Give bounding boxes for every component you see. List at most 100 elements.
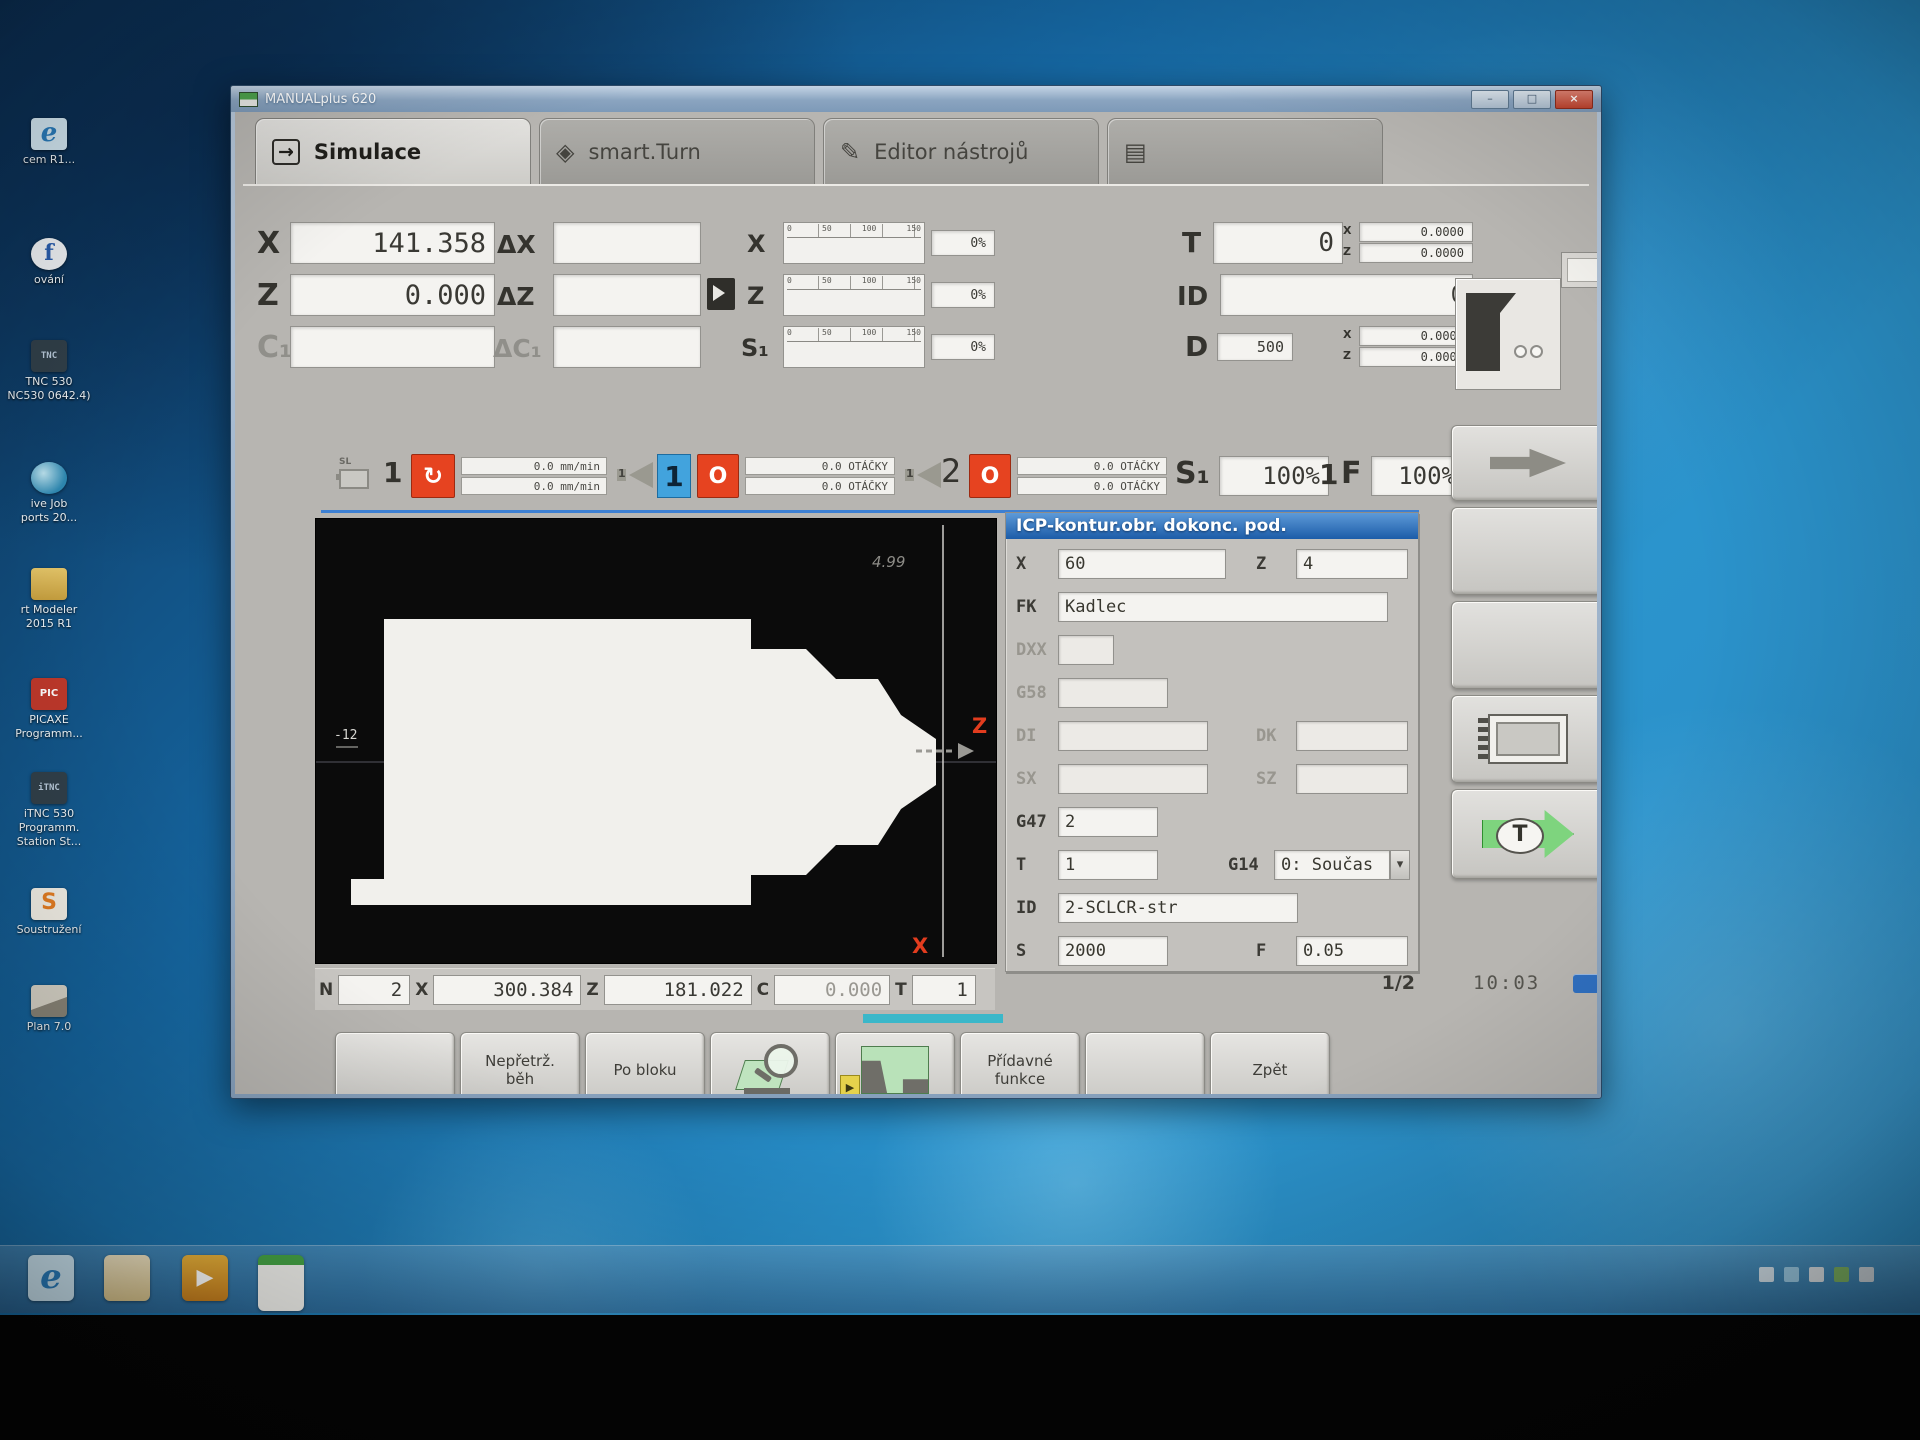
- form-t-input[interactable]: 1: [1058, 850, 1158, 880]
- desktop-icon-label: ive Job ports 20...: [6, 497, 92, 525]
- form-dk-input[interactable]: [1296, 721, 1408, 751]
- monitor-photo: e cem R1... f ování TNC TNC 530 NC530 06…: [0, 0, 1920, 1440]
- chevron-down-icon[interactable]: ▾: [1390, 850, 1410, 880]
- desktop-icon[interactable]: rt Modeler 2015 R1: [6, 568, 92, 631]
- maximize-button[interactable]: □: [1513, 90, 1551, 109]
- mode-tabs: → Simulace ◈ smart.Turn ✎ Editor nástroj…: [255, 118, 1383, 184]
- pencil-doc-icon: ✎: [840, 138, 860, 166]
- form-z-input[interactable]: 4: [1296, 549, 1408, 579]
- taskbar-media-icon[interactable]: ▶: [182, 1255, 228, 1301]
- feed-display: 0.0 mm/min 0.0 mm/min: [461, 457, 607, 495]
- tab-divider: [243, 184, 1589, 186]
- scale-tick: 100: [862, 224, 876, 237]
- tab-editor-nastroju[interactable]: ✎ Editor nástrojů: [823, 118, 1099, 184]
- form-x-input[interactable]: 60: [1058, 549, 1226, 579]
- tab-extra[interactable]: ▤: [1107, 118, 1383, 184]
- desktop-icon[interactable]: ive Job ports 20...: [6, 462, 92, 525]
- form-fk-label: FK: [1016, 597, 1036, 617]
- softkey-cut-view[interactable]: ▶: [835, 1032, 955, 1094]
- arrow-right-icon: [1490, 446, 1566, 480]
- form-fk-input[interactable]: Kadlec: [1058, 592, 1388, 622]
- taskbar-browser-icon[interactable]: e: [28, 1255, 74, 1301]
- softkey-blank-1[interactable]: [1451, 507, 1597, 595]
- form-f-input[interactable]: 0.05: [1296, 936, 1408, 966]
- softkey-blank-left[interactable]: [335, 1032, 455, 1094]
- door-open-icon: [707, 278, 735, 310]
- dro-id-label: ID: [1177, 282, 1208, 312]
- taskbar: e ▶: [0, 1245, 1920, 1313]
- desktop-icon[interactable]: iTNC iTNC 530 Programm. Station St...: [6, 772, 92, 848]
- form-dxx-label: DXX: [1016, 640, 1047, 660]
- n-label: N: [319, 980, 333, 1000]
- dro-x-value: 141.358: [290, 222, 495, 264]
- form-di-input[interactable]: [1058, 721, 1208, 751]
- tool-call-icon: T: [1482, 809, 1574, 859]
- d-offset-z-label: Z: [1343, 349, 1351, 362]
- form-sx-input[interactable]: [1058, 764, 1208, 794]
- form-s-input[interactable]: 2000: [1058, 936, 1168, 966]
- softkey-contour-edit[interactable]: [1451, 695, 1597, 783]
- tray-icon[interactable]: [1759, 1267, 1774, 1282]
- spindle-icon-sub: 1: [618, 467, 626, 480]
- desktop-icon[interactable]: S Soustružení: [6, 888, 92, 937]
- desktop-icon[interactable]: PIC PICAXE Programm...: [6, 678, 92, 741]
- dro-x-label: X: [257, 226, 280, 261]
- desktop-icon[interactable]: Plan 7.0: [6, 985, 92, 1034]
- clock: 10:03: [1473, 972, 1540, 994]
- softkey-zoom[interactable]: [710, 1032, 830, 1094]
- softkey-continuous-run[interactable]: Nepřetrž. běh: [460, 1032, 580, 1094]
- form-g47-label: G47: [1016, 812, 1047, 832]
- window-content: → Simulace ◈ smart.Turn ✎ Editor nástroj…: [235, 112, 1597, 1094]
- tray-icon[interactable]: [1809, 1267, 1824, 1282]
- form-g58-input[interactable]: [1058, 678, 1168, 708]
- form-g47-input[interactable]: 2: [1058, 807, 1158, 837]
- form-sz-input[interactable]: [1296, 764, 1408, 794]
- dro-dz-value: [553, 274, 701, 316]
- softkey-back[interactable]: Zpět: [1210, 1032, 1330, 1094]
- close-button[interactable]: ×: [1555, 90, 1593, 109]
- scale-tick: 0: [787, 224, 792, 237]
- z-axis-marker: Z: [972, 714, 987, 738]
- tool-graphic: [1455, 278, 1561, 390]
- spindle1-rpm-actual: 0.0 OTÁČKY: [745, 457, 895, 475]
- window-titlebar[interactable]: MANUALplus 620 – □ ×: [231, 86, 1601, 112]
- simulation-canvas[interactable]: -12 4.99 Z X: [315, 518, 997, 964]
- tray-icon[interactable]: [1834, 1267, 1849, 1282]
- minimize-button[interactable]: –: [1471, 90, 1509, 109]
- system-tray[interactable]: [1759, 1267, 1874, 1282]
- desktop-icon-label: ování: [6, 273, 92, 287]
- softkey-tool-call[interactable]: T: [1451, 789, 1597, 879]
- magnifier-icon: [738, 1044, 802, 1094]
- desktop-icon[interactable]: f ování: [6, 238, 92, 287]
- form-t-label: T: [1016, 855, 1026, 875]
- desktop-icon[interactable]: TNC TNC 530 NC530 0642.4): [6, 340, 92, 403]
- tab-smartturn[interactable]: ◈ smart.Turn: [539, 118, 815, 184]
- form-page-indicator: 1/2: [1363, 972, 1415, 994]
- load-s-bar: 0 50 100 150: [783, 326, 925, 368]
- f-slide-number: 1: [1319, 458, 1338, 491]
- z-value: 181.022: [604, 975, 752, 1005]
- softkey-blank-right[interactable]: [1085, 1032, 1205, 1094]
- softkey-additional-functions[interactable]: Přídavné funkce: [960, 1032, 1080, 1094]
- desktop-icon[interactable]: e cem R1...: [6, 118, 92, 167]
- scale-tick: 100: [862, 276, 876, 289]
- desktop-icon-label: cem R1...: [6, 153, 92, 167]
- tray-icon[interactable]: [1859, 1267, 1874, 1282]
- softkey-continue[interactable]: [1451, 425, 1597, 501]
- form-g14-select[interactable]: 0: Součas: [1274, 850, 1390, 880]
- softkey-single-block[interactable]: Po bloku: [585, 1032, 705, 1094]
- taskbar-manualplus-icon[interactable]: [258, 1255, 304, 1311]
- tray-icon[interactable]: [1784, 1267, 1799, 1282]
- form-id-input[interactable]: 2-SCLCR-str: [1058, 893, 1298, 923]
- taskbar-folder-icon[interactable]: [104, 1255, 150, 1301]
- form-dxx-input[interactable]: [1058, 635, 1114, 665]
- form-dk-label: DK: [1256, 726, 1276, 746]
- slide-icon: SL: [339, 460, 375, 490]
- slide-number: 1: [383, 456, 402, 489]
- f-badge-icon: f: [31, 238, 67, 270]
- spindle1-stop-icon: O: [697, 454, 739, 498]
- tab-simulace[interactable]: → Simulace: [255, 118, 531, 184]
- desktop-icon-label: iTNC 530 Programm. Station St...: [6, 807, 92, 848]
- scale-tick: 50: [822, 328, 832, 341]
- softkey-blank-2[interactable]: [1451, 601, 1597, 689]
